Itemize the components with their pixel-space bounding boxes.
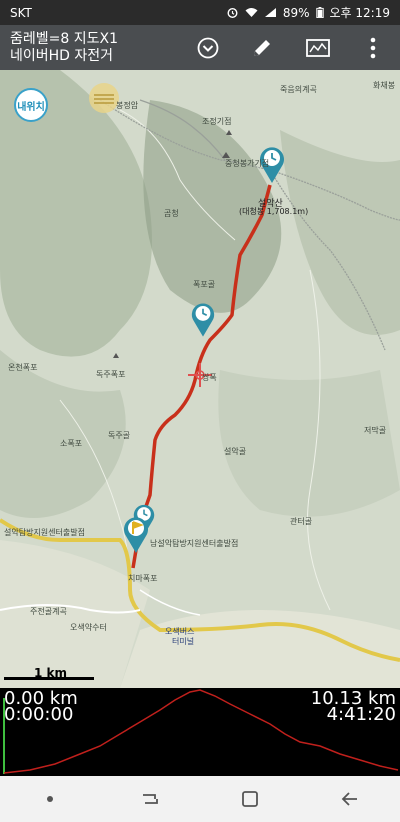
more-icon [370, 37, 376, 59]
start-time: 0:00:00 [4, 704, 74, 725]
map-label: 치마폭포 [128, 574, 158, 583]
pencil-icon [254, 40, 270, 56]
edit-button[interactable] [247, 33, 277, 63]
home-icon [242, 791, 258, 807]
map-label: 남설악탐방지원센터출발점 [150, 539, 239, 548]
map-label: 쌍폭 [202, 373, 217, 382]
map-terrain [0, 70, 400, 688]
map-label: 중청봉가기점 [225, 159, 270, 168]
battery-icon [315, 7, 324, 18]
my-location-button[interactable]: 내위치 [14, 88, 48, 122]
map-label: 온천폭포 [8, 363, 38, 372]
elevation-profile[interactable]: 0.00 km 0:00:00 10.13 km 4:41:20 [0, 688, 400, 776]
map-label: 봉정암 [116, 101, 139, 110]
battery-percent: 89% [282, 5, 310, 20]
carrier-label: SKT [10, 5, 32, 20]
map-label: 죽음의계곡 [280, 85, 317, 94]
app-bar: 줌레벨=8 지도X1 네이버HD 자전거 [0, 25, 400, 70]
scale-bar: 1 km [4, 666, 94, 682]
nav-dot-button[interactable] [30, 779, 70, 819]
map-label: 관터골 [290, 517, 313, 526]
overflow-menu-button[interactable] [358, 33, 388, 63]
map-label: 독주폭포 [96, 370, 126, 379]
map-label: 곰청 [164, 209, 179, 218]
map-label: 오색약수터 [70, 623, 107, 632]
title-line-map-source: 네이버HD 자전거 [10, 48, 114, 64]
status-bar: SKT 89% 오후 12:19 [0, 0, 400, 25]
time-marker-midpoint[interactable] [190, 300, 216, 338]
map-label: 폭포골 [193, 280, 216, 289]
dot-icon [47, 796, 53, 802]
map-icon [306, 39, 330, 57]
back-arrow-icon [341, 792, 357, 806]
my-location-label: 내위치 [17, 101, 45, 113]
map-label: 설악탐방지원센터출발점 [4, 528, 85, 537]
signal-icon [264, 8, 276, 17]
map-label: 독주골 [108, 431, 131, 440]
total-time: 4:41:20 [326, 704, 396, 725]
map-label: 터미널 [172, 637, 195, 646]
clock: 오후 12:19 [329, 6, 390, 20]
map-label: (대청봉 1,708.1m) [239, 207, 309, 216]
map-label: 조정기점 [202, 117, 232, 126]
scale-line [4, 677, 94, 680]
home-button[interactable] [230, 779, 270, 819]
dropdown-button[interactable] [193, 33, 223, 63]
chevron-down-icon [197, 37, 219, 59]
wifi-icon [245, 8, 258, 17]
back-button[interactable] [330, 779, 370, 819]
map-view[interactable]: 봉정암 조정기점 중청봉가기점 설악산 (대청봉 1,708.1m) 죽음의계곡… [0, 70, 400, 688]
app-title: 줌레벨=8 지도X1 네이버HD 자전거 [10, 31, 118, 65]
start-flag-marker[interactable] [122, 514, 150, 554]
map-label: 소폭포 [60, 439, 83, 448]
map-type-button[interactable] [303, 33, 333, 63]
navigation-bar [0, 776, 400, 822]
map-label: 저막골 [364, 426, 387, 435]
map-label: 주전골계곡 [30, 607, 67, 616]
recents-icon [143, 794, 158, 804]
map-label: 화채봉 [373, 81, 396, 90]
recent-apps-button[interactable] [130, 779, 170, 819]
map-label: 설악골 [224, 447, 247, 456]
title-line-zoom: 줌레벨=8 지도X1 [10, 31, 118, 47]
alarm-icon [227, 8, 238, 18]
